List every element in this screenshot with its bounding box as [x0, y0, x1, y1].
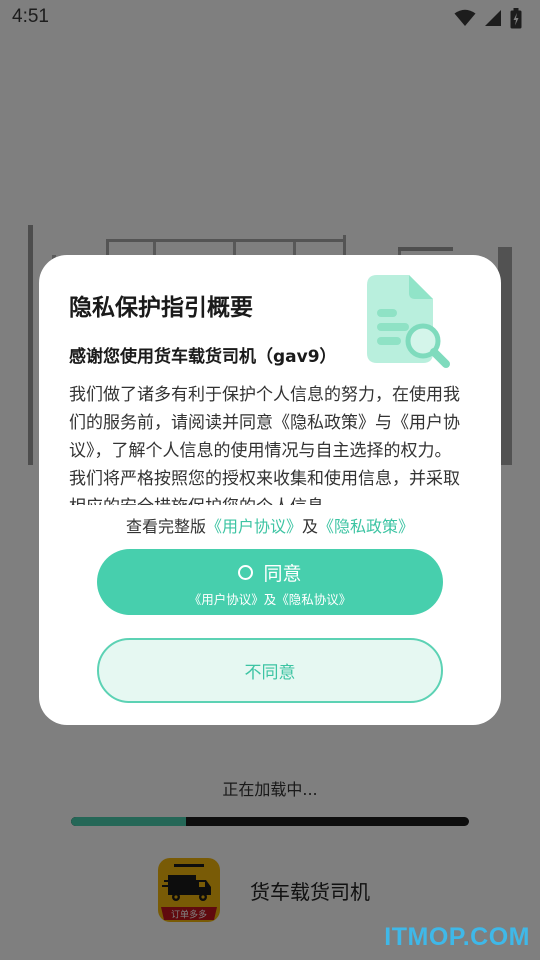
dialog-text: 我们做了诸多有利于保护个人信息的努力，在使用我们的服务前，请阅读并同意《隐私政策… — [69, 385, 460, 505]
agree-sublabel: 《用户协议》及《隐私协议》 — [188, 592, 352, 607]
privacy-dialog: 隐私保护指引概要 感谢您使用货车载货司机（gav9） 我们做了诸多有利于保护个人… — [39, 255, 501, 725]
full-version-prefix: 查看完整版 — [125, 517, 206, 536]
disagree-button[interactable]: 不同意 — [97, 638, 443, 703]
user-agreement-link[interactable]: 《用户协议》 — [206, 517, 302, 536]
privacy-policy-link[interactable]: 《隐私政策》 — [318, 517, 414, 536]
radio-circle-icon — [238, 565, 254, 580]
agree-label: 同意 — [263, 563, 302, 585]
agree-button[interactable]: 同意 《用户协议》及《隐私协议》 — [97, 549, 443, 615]
full-version-row: 查看完整版《用户协议》及《隐私政策》 — [39, 513, 501, 537]
dialog-subtitle: 感谢您使用货车载货司机（gav9） — [69, 347, 337, 367]
agree-row: 同意 — [97, 559, 443, 586]
watermark: ITMOP.COM — [384, 923, 530, 951]
dialog-title: 隐私保护指引概要 — [69, 295, 253, 321]
full-version-and: 及 — [302, 517, 319, 536]
dialog-body[interactable]: 感谢您使用货车载货司机（gav9） 我们做了诸多有利于保护个人信息的努力，在使用… — [69, 345, 464, 505]
